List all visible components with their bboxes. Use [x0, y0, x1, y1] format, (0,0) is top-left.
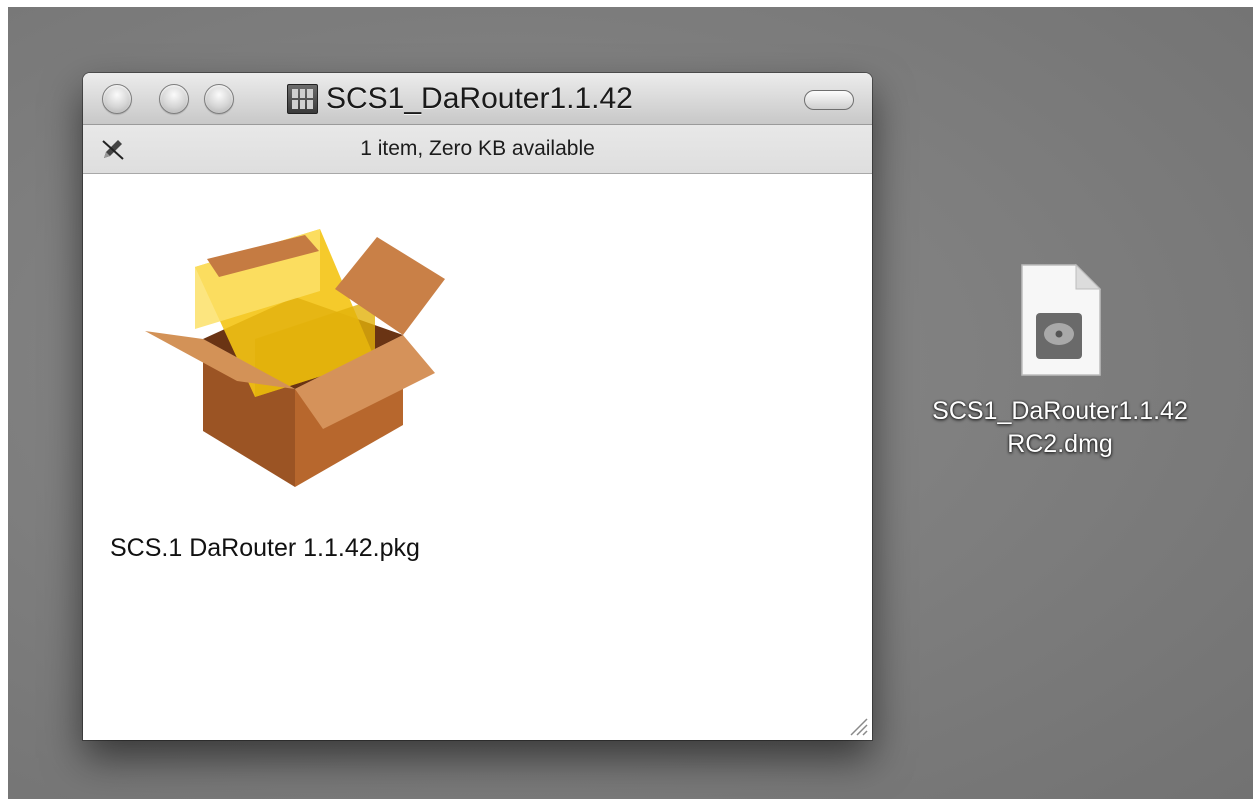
window-title-text: SCS1_DaRouter1.1.42 [326, 82, 633, 115]
finder-window: SCS1_DaRouter1.1.42 1 item, Zero KB avai… [83, 73, 872, 740]
window-titlebar[interactable]: SCS1_DaRouter1.1.42 [83, 73, 872, 125]
package-file-label[interactable]: SCS.1 DaRouter 1.1.42.pkg [110, 534, 420, 563]
desktop-file-name-line1: SCS1_DaRouter1.1.42 [932, 397, 1188, 425]
disk-image-icon[interactable] [1016, 263, 1103, 378]
minimize-button[interactable] [159, 84, 189, 114]
zoom-button[interactable] [204, 84, 234, 114]
disk-volume-icon[interactable] [287, 84, 318, 114]
resize-grip-icon[interactable] [846, 714, 868, 736]
window-title: SCS1_DaRouter1.1.42 [287, 81, 633, 117]
toolbar-toggle-button[interactable] [804, 90, 854, 110]
installer-package-icon[interactable] [145, 219, 445, 499]
window-content: SCS.1 DaRouter 1.1.42.pkg [83, 174, 872, 740]
desktop-file-label[interactable]: SCS1_DaRouter1.1.42 RC2.dmg [895, 395, 1225, 461]
desktop-file-name-line2: RC2.dmg [1007, 430, 1113, 458]
status-text: 1 item, Zero KB available [360, 137, 595, 160]
close-button[interactable] [102, 84, 132, 114]
status-bar: 1 item, Zero KB available [83, 125, 872, 174]
